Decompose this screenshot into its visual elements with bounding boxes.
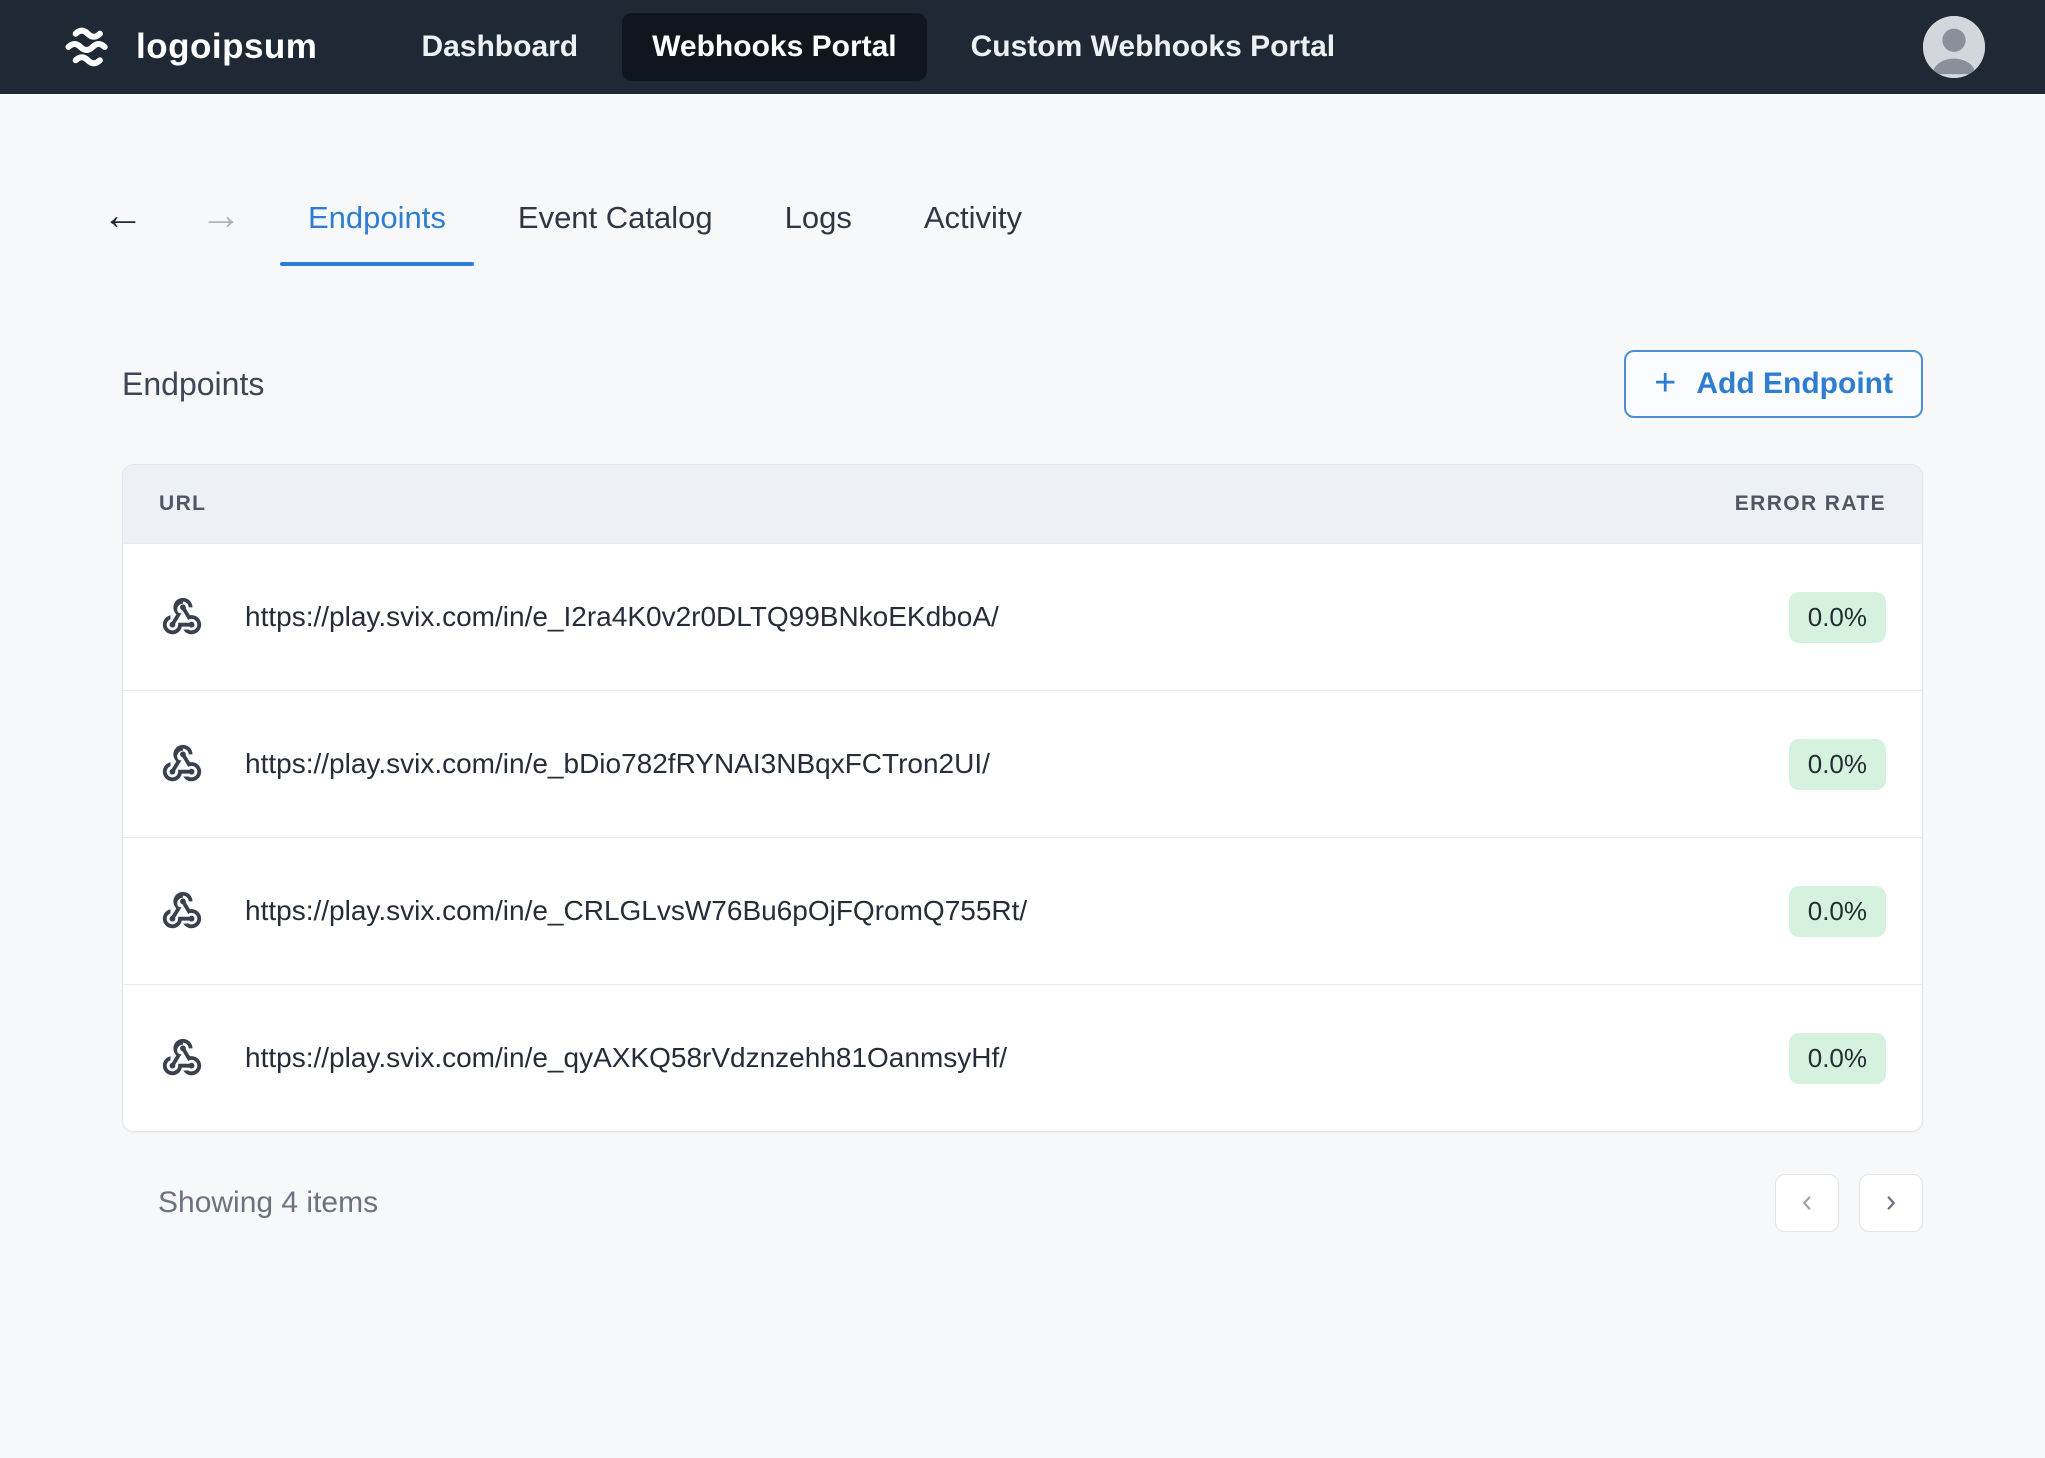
table-footer: Showing 4 items	[122, 1174, 1923, 1232]
webhook-icon	[159, 1035, 205, 1081]
endpoint-url: https://play.svix.com/in/e_I2ra4K0v2r0DL…	[245, 601, 999, 632]
endpoint-url: https://play.svix.com/in/e_bDio782fRYNAI…	[245, 748, 990, 779]
endpoints-page: Endpoints + Add Endpoint URL ERROR RATE …	[0, 350, 2045, 1232]
tab-endpoints[interactable]: Endpoints	[280, 200, 474, 266]
page-header: Endpoints + Add Endpoint	[122, 350, 1923, 418]
webhook-icon	[159, 741, 205, 787]
webhook-icon	[159, 594, 205, 640]
top-navigation-bar: logoipsum Dashboard Webhooks Portal Cust…	[0, 0, 2045, 94]
table-row[interactable]: https://play.svix.com/in/e_I2ra4K0v2r0DL…	[123, 543, 1922, 690]
tabs: Endpoints Event Catalog Logs Activity	[280, 200, 1022, 266]
error-rate-badge: 0.0%	[1788, 1032, 1886, 1084]
chevron-left-icon	[1796, 1192, 1818, 1214]
plus-icon: +	[1654, 362, 1677, 404]
error-rate-badge: 0.0%	[1788, 885, 1886, 937]
nav-item-custom-webhooks-portal[interactable]: Custom Webhooks Portal	[941, 13, 1365, 81]
nav-item-webhooks-portal[interactable]: Webhooks Portal	[622, 13, 927, 81]
brand-logo[interactable]: logoipsum	[60, 25, 317, 69]
previous-page-button[interactable]	[1775, 1174, 1839, 1232]
add-endpoint-label: Add Endpoint	[1696, 367, 1893, 400]
error-rate-badge: 0.0%	[1788, 738, 1886, 790]
brand-name: logoipsum	[136, 27, 318, 66]
back-arrow-icon[interactable]: ←	[96, 194, 150, 266]
user-avatar[interactable]	[1923, 16, 1985, 78]
next-page-button[interactable]	[1859, 1174, 1923, 1232]
error-rate-badge: 0.0%	[1788, 591, 1886, 643]
items-count-text: Showing 4 items	[158, 1186, 379, 1219]
table-row[interactable]: https://play.svix.com/in/e_bDio782fRYNAI…	[123, 690, 1922, 837]
webhook-icon	[159, 888, 205, 934]
table-row[interactable]: https://play.svix.com/in/e_CRLGLvsW76Bu6…	[123, 837, 1922, 984]
endpoints-table: URL ERROR RATE https://play.svix.com/in/…	[122, 464, 1923, 1132]
table-row[interactable]: https://play.svix.com/in/e_qyAXKQ58rVdzn…	[123, 984, 1922, 1131]
forward-arrow-icon[interactable]: →	[194, 194, 248, 266]
page-title: Endpoints	[122, 365, 265, 402]
nav-item-dashboard[interactable]: Dashboard	[391, 13, 608, 81]
column-header-url: URL	[159, 492, 207, 515]
endpoint-url: https://play.svix.com/in/e_qyAXKQ58rVdzn…	[245, 1042, 1008, 1073]
chevron-right-icon	[1880, 1192, 1902, 1214]
column-header-error-rate: ERROR RATE	[1734, 492, 1886, 515]
tab-activity[interactable]: Activity	[924, 200, 1022, 266]
tab-event-catalog[interactable]: Event Catalog	[518, 200, 713, 266]
waves-icon	[60, 25, 118, 69]
main-nav: Dashboard Webhooks Portal Custom Webhook…	[391, 13, 1365, 81]
pagination	[1775, 1174, 1923, 1232]
add-endpoint-button[interactable]: + Add Endpoint	[1624, 350, 1923, 418]
tab-logs[interactable]: Logs	[785, 200, 852, 266]
endpoint-url: https://play.svix.com/in/e_CRLGLvsW76Bu6…	[245, 895, 1028, 926]
portal-tab-bar: ← → Endpoints Event Catalog Logs Activit…	[0, 194, 2045, 266]
table-header-row: URL ERROR RATE	[123, 465, 1922, 543]
